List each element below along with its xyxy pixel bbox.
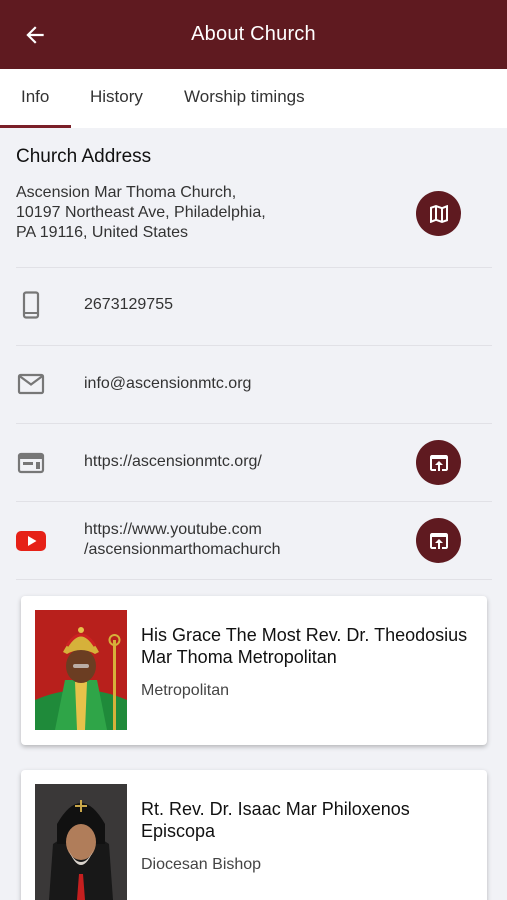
clergy-card[interactable]: His Grace The Most Rev. Dr. Theodosius M… [21, 596, 487, 745]
tab-history[interactable]: History [90, 87, 143, 107]
phone-icon [17, 291, 45, 319]
open-map-button[interactable] [416, 191, 461, 236]
active-tab-indicator [0, 125, 71, 128]
clergy-photo [35, 610, 127, 730]
clergy-name: His Grace The Most Rev. Dr. Theodosius M… [141, 625, 468, 667]
map-icon [429, 204, 448, 223]
clergy-role: Diocesan Bishop [141, 856, 262, 873]
divider [16, 267, 492, 268]
mail-icon [17, 370, 45, 398]
divider [16, 579, 492, 580]
clergy-photo [35, 784, 127, 900]
website-url[interactable]: https://ascensionmtc.org/ [84, 452, 262, 472]
clergy-card[interactable]: Rt. Rev. Dr. Isaac Mar Philoxenos Episco… [21, 770, 487, 900]
phone-number[interactable]: 2673129755 [84, 295, 173, 315]
clergy-name: Rt. Rev. Dr. Isaac Mar Philoxenos Episco… [141, 799, 410, 841]
open-website-button[interactable] [416, 440, 461, 485]
open-in-browser-icon [429, 454, 448, 471]
divider [16, 423, 492, 424]
church-address-text: Ascension Mar Thoma Church, 10197 Northe… [16, 184, 266, 241]
youtube-icon [15, 527, 47, 555]
open-youtube-button[interactable] [416, 518, 461, 563]
divider [16, 501, 492, 502]
tab-worship-timings[interactable]: Worship timings [184, 87, 305, 107]
tab-info[interactable]: Info [21, 87, 49, 107]
app-bar: About Church [0, 0, 507, 69]
back-arrow-icon[interactable] [22, 22, 48, 48]
church-address-heading: Church Address [16, 146, 152, 167]
clergy-role: Metropolitan [141, 682, 230, 699]
open-in-browser-icon [429, 532, 448, 549]
email-address[interactable]: info@ascensionmtc.org [84, 374, 251, 394]
web-icon [17, 449, 45, 477]
page-title: About Church [191, 23, 316, 45]
youtube-url[interactable]: https://www.youtube.com /ascensionmartho… [84, 520, 281, 560]
divider [16, 345, 492, 346]
tab-bar: Info History Worship timings [0, 69, 507, 128]
